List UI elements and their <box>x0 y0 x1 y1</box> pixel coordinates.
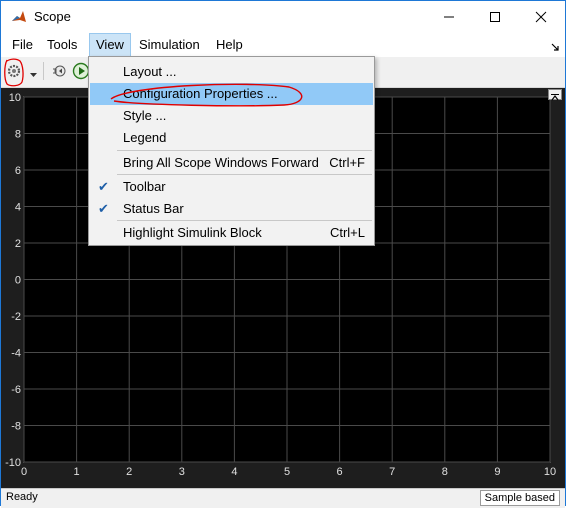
menu-help[interactable]: Help <box>210 33 249 57</box>
menu-view[interactable]: View <box>89 33 131 57</box>
status-bar: Ready Sample based <box>1 488 565 508</box>
menu-item-legend[interactable]: Legend <box>90 127 373 149</box>
undock-icon[interactable] <box>551 40 560 55</box>
y-tick-label: -2 <box>11 311 21 323</box>
x-tick-label: 0 <box>21 466 27 478</box>
sample-mode-indicator: Sample based <box>479 490 560 506</box>
annotation-circle-gear <box>4 58 24 87</box>
maximize-button[interactable] <box>472 1 518 33</box>
matlab-icon <box>11 9 27 25</box>
x-tick-label: 3 <box>179 466 185 478</box>
y-tick-label: -4 <box>11 348 21 360</box>
menu-item-status-bar[interactable]: ✔ Status Bar <box>90 198 373 220</box>
x-tick-label: 1 <box>74 466 80 478</box>
menu-item-toolbar[interactable]: ✔ Toolbar <box>90 176 373 198</box>
menu-separator <box>117 220 372 221</box>
checkmark-icon: ✔ <box>98 201 109 216</box>
maximize-icon <box>490 12 500 22</box>
close-icon <box>535 11 547 23</box>
menu-simulation[interactable]: Simulation <box>133 33 206 57</box>
x-tick-label: 7 <box>389 466 395 478</box>
window-title: Scope <box>34 9 71 24</box>
menu-bar: File Tools View Simulation Help <box>1 33 565 57</box>
x-tick-label: 6 <box>337 466 343 478</box>
minimize-icon <box>444 16 454 18</box>
x-tick-label: 8 <box>442 466 448 478</box>
restore-plot-icon[interactable] <box>548 89 562 101</box>
close-button[interactable] <box>518 1 564 33</box>
y-tick-label: 0 <box>15 275 21 287</box>
y-tick-label: 8 <box>15 129 21 141</box>
y-tick-label: 4 <box>15 202 21 214</box>
y-tick-label: 2 <box>15 238 21 250</box>
settings-dropdown-arrow-icon[interactable] <box>30 66 37 81</box>
x-tick-label: 4 <box>231 466 237 478</box>
menu-item-highlight-block[interactable]: Highlight Simulink Block Ctrl+L <box>90 222 373 244</box>
menu-separator <box>117 174 372 175</box>
menu-file[interactable]: File <box>6 33 39 57</box>
y-tick-label: 6 <box>15 165 21 177</box>
minimize-button[interactable] <box>426 1 472 33</box>
toolbar-separator <box>43 62 44 80</box>
annotation-circle-configuration <box>110 83 303 107</box>
x-tick-label: 2 <box>126 466 132 478</box>
y-tick-label: -10 <box>5 457 21 469</box>
y-tick-label: 10 <box>9 92 21 104</box>
x-tick-label: 9 <box>494 466 500 478</box>
y-tick-label: -6 <box>11 384 21 396</box>
status-text: Ready <box>6 491 38 503</box>
x-tick-label: 10 <box>544 466 556 478</box>
title-bar[interactable]: Scope <box>1 1 565 33</box>
y-tick-label: -8 <box>11 421 21 433</box>
menu-item-bring-forward[interactable]: Bring All Scope Windows Forward Ctrl+F <box>90 152 373 174</box>
view-menu-dropdown: Layout ... Configuration Properties ... … <box>88 56 375 246</box>
menu-separator <box>117 150 372 151</box>
step-back-icon[interactable] <box>51 62 67 83</box>
x-tick-label: 5 <box>284 466 290 478</box>
menu-tools[interactable]: Tools <box>41 33 83 57</box>
checkmark-icon: ✔ <box>98 179 109 194</box>
